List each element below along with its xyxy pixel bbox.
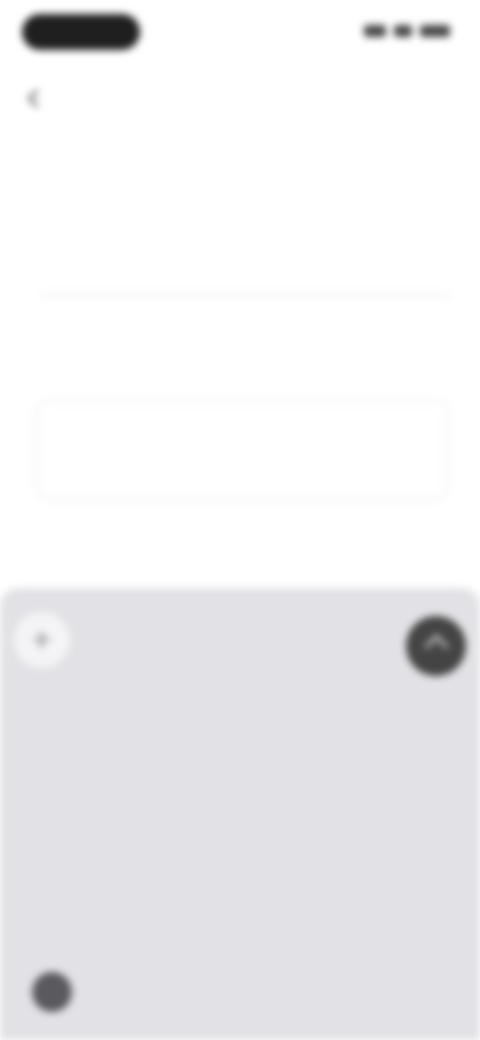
avatar-icon[interactable] xyxy=(32,972,72,1012)
send-icon xyxy=(424,634,449,659)
status-bar-icons xyxy=(360,22,450,40)
message-input[interactable] xyxy=(100,638,360,658)
top-navigation xyxy=(27,84,450,112)
content-card[interactable] xyxy=(36,400,448,500)
add-button[interactable] xyxy=(14,612,70,668)
bottom-sheet xyxy=(0,588,480,1040)
status-bar-pill xyxy=(22,14,140,50)
nav-left xyxy=(27,88,57,108)
chevron-left-icon[interactable] xyxy=(27,88,46,108)
signal-icon xyxy=(364,25,386,37)
plus-icon xyxy=(34,632,50,648)
battery-icon xyxy=(420,25,450,37)
send-button[interactable] xyxy=(406,616,466,676)
wifi-icon xyxy=(394,25,412,37)
settings-row[interactable] xyxy=(40,260,450,296)
